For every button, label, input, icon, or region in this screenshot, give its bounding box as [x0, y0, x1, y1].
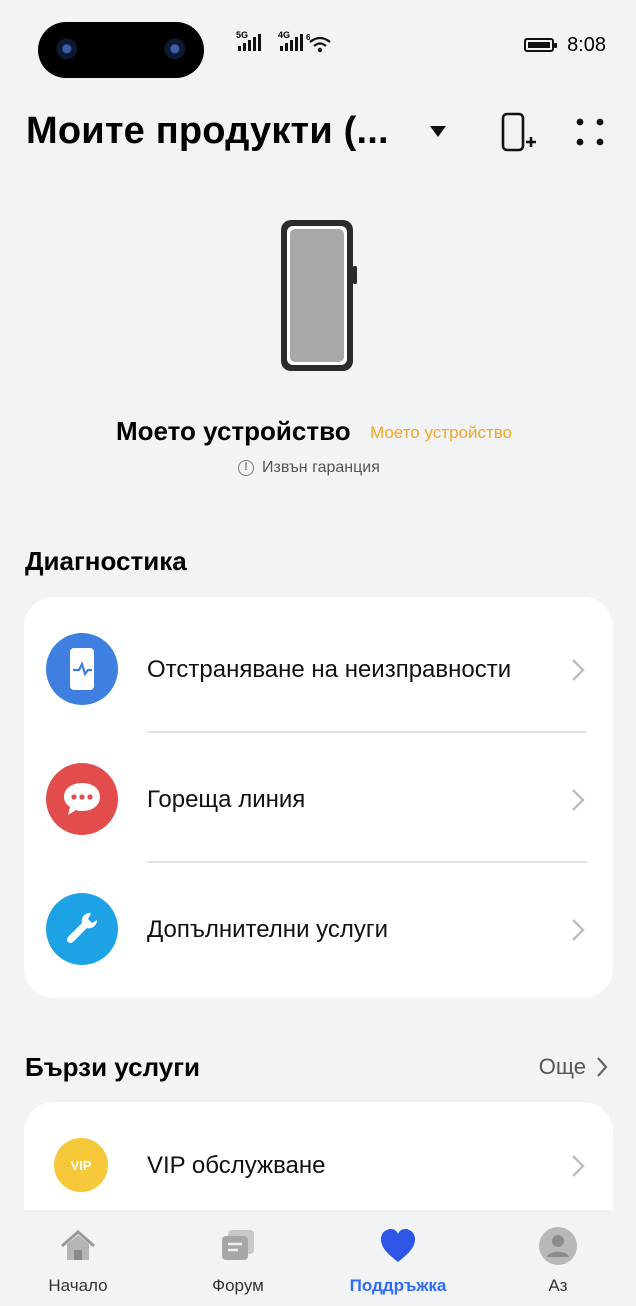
chevron-right-icon — [572, 659, 585, 681]
add-device-icon[interactable] — [500, 112, 536, 154]
vip-icon-text: VIP — [70, 1157, 92, 1173]
device-name: Моето устройство — [116, 416, 351, 446]
signal-4g-icon: 4G — [278, 30, 303, 51]
profile-icon — [539, 1227, 577, 1265]
warranty-label: Извън гаранция — [262, 459, 380, 476]
network-type-label: 4G — [278, 30, 291, 40]
more-link[interactable]: Още — [539, 1054, 608, 1080]
forum-icon — [222, 1230, 254, 1260]
nav-label: Начало — [48, 1276, 108, 1295]
bottom-navigation: Начало Форум Поддръжка Аз — [0, 1210, 636, 1306]
dropdown-caret-icon[interactable] — [430, 126, 446, 137]
section-title-quick-services: Бързи услуги — [25, 1052, 201, 1082]
chevron-right-icon — [572, 919, 585, 941]
info-icon: ! — [238, 460, 254, 476]
heart-icon — [381, 1229, 415, 1262]
page-title[interactable]: Моите продукти (... — [26, 110, 389, 153]
home-icon — [61, 1230, 95, 1260]
front-camera-icon — [56, 38, 80, 62]
network-type-label: 5G — [236, 30, 249, 40]
list-item-label: Допълнителни услуги — [147, 916, 389, 943]
list-item-label: Гореща линия — [147, 786, 306, 813]
device-image — [281, 220, 357, 371]
camera-cutout — [38, 22, 204, 78]
wifi-icon: 6 — [306, 33, 331, 53]
warranty-status: ! Извън гаранция — [238, 459, 380, 477]
chat-bubble-icon — [46, 763, 118, 835]
chevron-right-icon — [597, 1057, 608, 1077]
status-time: 8:08 — [567, 34, 606, 56]
section-title-diagnostics: Диагностика — [25, 546, 187, 576]
list-item-label: VIP обслужване — [147, 1152, 326, 1179]
more-icon[interactable] — [574, 116, 606, 148]
list-item-additional-services[interactable]: Допълнителни услуги — [24, 863, 613, 993]
wrench-icon — [46, 893, 118, 965]
front-camera-icon — [164, 38, 188, 62]
chevron-right-icon — [572, 1155, 585, 1177]
phone-diagnostic-icon — [46, 633, 118, 705]
signal-5g-icon: 5G — [236, 30, 261, 51]
nav-label: Аз — [548, 1276, 568, 1295]
diagnostics-card: Отстраняване на неизправности Гореща лин… — [24, 597, 613, 998]
list-item-label: Отстраняване на неизправности — [147, 656, 512, 683]
vip-icon: VIP — [54, 1138, 108, 1192]
list-item-hotline[interactable]: Гореща линия — [24, 733, 613, 863]
list-item-troubleshooting[interactable]: Отстраняване на неизправности — [24, 603, 613, 733]
device-subtitle[interactable]: Моето устройство — [370, 423, 512, 443]
nav-label: Форум — [212, 1276, 264, 1295]
battery-icon — [524, 38, 557, 52]
more-label: Още — [538, 1054, 586, 1079]
chevron-right-icon — [572, 789, 585, 811]
nav-label: Поддръжка — [349, 1276, 447, 1295]
